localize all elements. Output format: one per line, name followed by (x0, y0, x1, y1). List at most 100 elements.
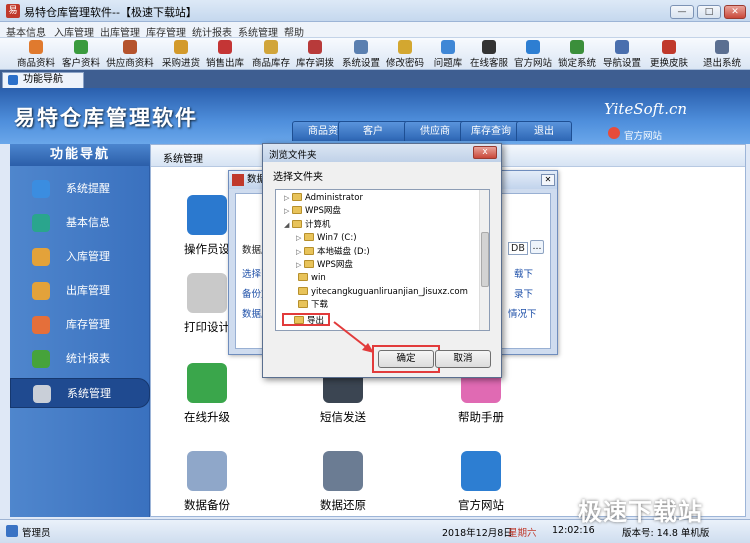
toolbar-settings-button[interactable]: 系统设置 (340, 39, 382, 69)
info-text: 情况下 (508, 309, 537, 320)
folder-icon (292, 193, 302, 201)
banner-tab-stock-query[interactable]: 库存查询 (460, 121, 522, 141)
tree-item-label: win (311, 273, 326, 284)
toolbar-customers-button[interactable]: 客户资料 (60, 39, 102, 69)
toolbar-suppliers-button[interactable]: 供应商资料 (104, 39, 156, 69)
tree-item[interactable]: 下载 (290, 299, 328, 312)
sidebar-item-stock[interactable]: 库存管理 (10, 310, 150, 340)
toolbar-label: 锁定系统 (557, 58, 596, 69)
menu-stock[interactable]: 库存管理 (146, 24, 186, 39)
folder-icon (304, 233, 314, 242)
minimize-button[interactable]: — (670, 5, 694, 19)
banner-brand: YiteSoft.cn (604, 100, 688, 118)
tree-item[interactable]: ▷ Win7 (C:) (296, 232, 357, 245)
tree-item[interactable]: yitecangkuguanliruanjian_Jisuxz.com (290, 286, 468, 299)
sidebar-item-inbound[interactable]: 入库管理 (10, 242, 150, 272)
tree-item-label: WPS网盘 (317, 260, 353, 270)
menu-basic-info[interactable]: 基本信息 (6, 24, 46, 39)
products-icon (29, 40, 43, 54)
tree-item[interactable]: ▷ 本地磁盘 (D:) (296, 246, 370, 259)
user-icon (6, 525, 18, 537)
toolbar-stock-button[interactable]: 商品库存 (250, 39, 292, 69)
menu-help[interactable]: 帮助 (284, 24, 304, 39)
official-site-link[interactable]: 官方网站 (624, 128, 662, 142)
folder-icon (298, 286, 308, 295)
toolbar-sales-out-button[interactable]: 销售出库 (204, 39, 246, 69)
tree-item-label: 下载 (311, 300, 329, 311)
tree-item-label: Administrator (305, 193, 363, 203)
toolbar-lock-button[interactable]: 锁定系统 (556, 39, 598, 69)
toolbar-exit-button[interactable]: 退出系统 (700, 39, 744, 69)
system-alert-icon (32, 180, 50, 198)
tree-item[interactable]: ◢ 计算机 (284, 219, 331, 232)
toolbar-faq-button[interactable]: 问题库 (430, 39, 466, 69)
db-path-field[interactable]: DB (508, 242, 528, 255)
toolbar-online-service-button[interactable]: 在线客服 (468, 39, 510, 69)
expand-icon[interactable]: ▷ (296, 232, 304, 245)
banner-tab-suppliers[interactable]: 供应商 (404, 121, 466, 141)
ok-button[interactable]: 确定 (378, 350, 434, 368)
sidebar-item-system-admin[interactable]: 系统管理 (10, 378, 150, 408)
exit-icon (715, 40, 729, 54)
close-icon[interactable]: ✕ (541, 174, 555, 186)
expand-icon[interactable]: ▷ (284, 205, 292, 218)
menu-system[interactable]: 系统管理 (238, 24, 278, 39)
annotation-arrow-icon (333, 321, 374, 353)
feature-label: 数据备份 (184, 498, 230, 512)
expand-icon[interactable]: ▷ (296, 246, 304, 259)
tree-item-export[interactable]: 导出 (282, 312, 331, 326)
system-admin-icon (33, 385, 51, 403)
toolbar-skin-button[interactable]: 更换皮肤 (646, 39, 692, 69)
status-weekday: 星期六 (508, 528, 537, 539)
toolbar-transfer-button[interactable]: 库存调拨 (294, 39, 336, 69)
feature-label: 数据还原 (320, 498, 366, 512)
scrollbar-thumb[interactable] (481, 232, 489, 287)
banner-tab-exit[interactable]: 退出 (516, 121, 572, 141)
menu-inbound[interactable]: 入库管理 (54, 24, 94, 39)
tab-function-nav[interactable]: 功能导航 (2, 72, 84, 88)
browse-icon[interactable]: … (530, 240, 544, 254)
close-button[interactable]: ✕ (724, 5, 746, 19)
sidebar-item-reports[interactable]: 统计报表 (10, 344, 150, 374)
cancel-button[interactable]: 取消 (435, 350, 491, 368)
faq-icon (441, 40, 455, 54)
toolbar-label: 库存调拨 (295, 58, 334, 69)
menu-outbound[interactable]: 出库管理 (100, 24, 140, 39)
folder-icon (298, 300, 308, 309)
app-icon (232, 174, 244, 186)
toolbar-official-site-button[interactable]: 官方网站 (512, 39, 554, 69)
expand-icon[interactable]: ▷ (296, 259, 304, 272)
toolbar-purchase-button[interactable]: 采购进货 (160, 39, 202, 69)
dialog-close-button[interactable]: x (473, 146, 497, 159)
feature-data-restore[interactable]: 数据还原 (303, 451, 383, 513)
toolbar-label: 商品资料 (16, 58, 55, 69)
folder-tree[interactable]: ▷ Administrator ▷ WPS网盘 ◢ 计算机 ▷ Win7 (C:) ▷ 本地磁盘 … (275, 189, 490, 331)
maximize-button[interactable]: □ (697, 5, 721, 19)
sidebar-item-outbound[interactable]: 出库管理 (10, 276, 150, 306)
feature-online-upgrade[interactable]: 在线升级 (167, 363, 247, 425)
feature-official-site[interactable]: 官方网站 (441, 451, 521, 513)
tree-item-label: 导出 (307, 315, 325, 326)
toolbar-label: 系统设置 (341, 58, 380, 69)
toolbar: 商品资料 客户资料 供应商资料 采购进货 销售出库 商品库存 库存调拨 系统设置 修改密码 问题库… (0, 38, 750, 70)
toolbar-password-button[interactable]: 修改密码 (384, 39, 426, 69)
feature-data-backup[interactable]: 数据备份 (167, 451, 247, 513)
tree-scrollbar[interactable] (479, 190, 489, 330)
app-icon: 易 (6, 4, 20, 18)
tree-item[interactable]: win (290, 272, 326, 285)
banner-title: 易特仓库管理软件 (14, 106, 198, 130)
toolbar-products-button[interactable]: 商品资料 (14, 39, 58, 69)
banner-tab-customers[interactable]: 客户 (338, 121, 408, 141)
sidebar-item-system-alert[interactable]: 系统提醒 (10, 174, 150, 204)
tree-item[interactable]: ▷ Administrator (284, 192, 363, 205)
tree-item[interactable]: ▷ WPS网盘 (284, 205, 341, 218)
expand-icon[interactable]: ◢ (284, 219, 292, 232)
expand-icon[interactable]: ▷ (284, 192, 292, 205)
sidebar-item-basic-info[interactable]: 基本信息 (10, 208, 150, 238)
feature-label: 操作员设 (184, 242, 230, 256)
tree-item[interactable]: ▷ WPS网盘 (296, 259, 353, 272)
nav-heading: 功能导航 (10, 144, 150, 166)
toolbar-nav-settings-button[interactable]: 导航设置 (600, 39, 644, 69)
banner: 易特仓库管理软件 YiteSoft.cn 官方网站 商品资料 客户 供应商 库存… (0, 88, 750, 144)
menu-reports[interactable]: 统计报表 (192, 24, 232, 39)
